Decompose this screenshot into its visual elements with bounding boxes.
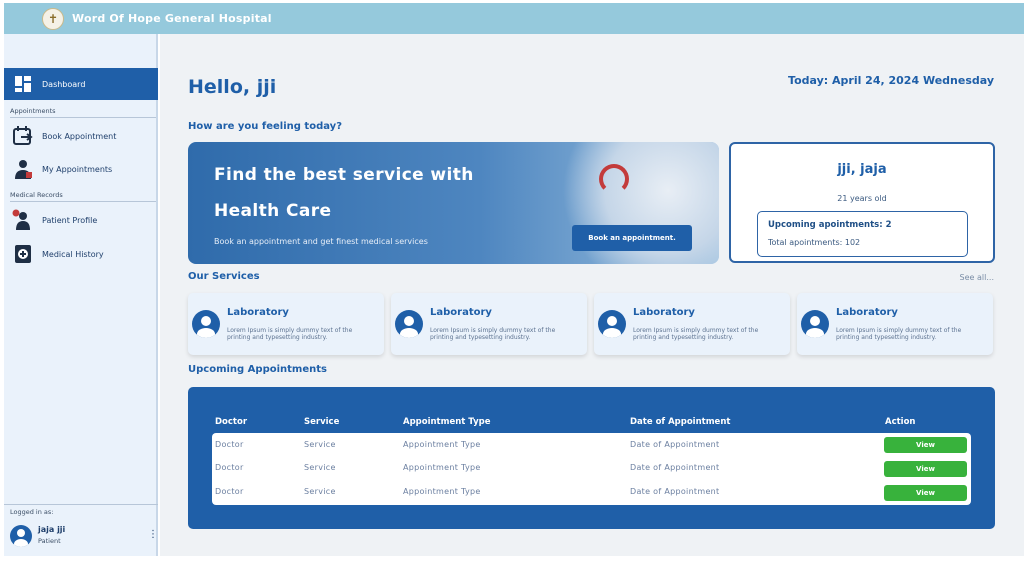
column-header: Doctor: [215, 417, 248, 427]
service-description: Lorem Ipsum is simply dummy text of the …: [633, 327, 759, 341]
service-title: Laboratory: [227, 307, 289, 318]
cell-date: Date of Appointment: [630, 463, 720, 472]
avatar: [10, 525, 32, 547]
section-appointments: Appointments: [10, 107, 156, 118]
service-description: Lorem Ipsum is simply dummy text of the …: [430, 327, 556, 341]
cell-type: Appointment Type: [403, 440, 481, 449]
service-title: Laboratory: [633, 307, 695, 318]
service-title: Laboratory: [430, 307, 492, 318]
today-date: Today: April 24, 2024 Wednesday: [788, 74, 994, 87]
main-content: Hello, jji Today: April 24, 2024 Wednesd…: [160, 34, 1024, 556]
promo-banner: Find the best service with Health Care B…: [188, 142, 719, 264]
user-role: Patient: [38, 537, 61, 545]
user-icon: [192, 310, 220, 338]
sidebar-item-book-appointment[interactable]: Book Appointment: [4, 120, 158, 152]
total-count: Total apointments: 102: [768, 238, 861, 247]
banner-subtitle: Book an appointment and get finest medic…: [214, 237, 428, 246]
table-body: Doctor Service Appointment Type Date of …: [212, 433, 971, 505]
service-card[interactable]: Laboratory Lorem Ipsum is simply dummy t…: [594, 293, 790, 355]
cell-type: Appointment Type: [403, 463, 481, 472]
profile-card: jji, jaja 21 years old Upcoming apointme…: [729, 142, 995, 263]
calendar-add-icon: [12, 125, 34, 147]
sidebar-item-label: My Appointments: [42, 164, 113, 174]
doctor-icon: [12, 158, 34, 180]
sidebar-item-my-appointments[interactable]: My Appointments: [4, 153, 158, 185]
see-all-link[interactable]: See all...: [960, 273, 994, 282]
greeting: Hello, jji: [188, 76, 277, 98]
medical-history-icon: [12, 243, 34, 265]
services-title: Our Services: [188, 271, 260, 282]
user-icon: [801, 310, 829, 338]
logged-in-label: Logged in as:: [10, 508, 54, 516]
service-card[interactable]: Laboratory Lorem Ipsum is simply dummy t…: [797, 293, 993, 355]
column-header: Service: [304, 417, 340, 427]
cell-service: Service: [304, 463, 336, 472]
cross-emblem-icon: ✝: [42, 8, 64, 30]
cell-service: Service: [304, 487, 336, 496]
sidebar-item-label: Book Appointment: [42, 131, 117, 141]
top-bar: ✝ Word Of Hope General Hospital: [4, 3, 1024, 34]
cell-date: Date of Appointment: [630, 440, 720, 449]
cell-doctor: Doctor: [215, 487, 244, 496]
service-title: Laboratory: [836, 307, 898, 318]
appointments-table: Doctor Service Appointment Type Date of …: [188, 387, 995, 529]
appointments-summary: Upcoming apointments: 2 Total apointment…: [757, 211, 968, 257]
stethoscope-icon: [599, 164, 629, 194]
cell-date: Date of Appointment: [630, 487, 720, 496]
user-icon: [395, 310, 423, 338]
more-options-icon[interactable]: ⋮: [148, 529, 158, 540]
cell-type: Appointment Type: [403, 487, 481, 496]
banner-headline-2: Health Care: [214, 201, 332, 221]
cell-doctor: Doctor: [215, 440, 244, 449]
cell-service: Service: [304, 440, 336, 449]
patient-age: 21 years old: [837, 194, 887, 203]
dashboard-icon: [12, 73, 34, 95]
view-button[interactable]: View: [884, 461, 967, 477]
sidebar-item-dashboard[interactable]: Dashboard: [4, 68, 158, 100]
upcoming-appointments-title: Upcoming Appointments: [188, 364, 327, 375]
sidebar-item-label: Patient Profile: [42, 215, 98, 225]
column-header: Appointment Type: [403, 417, 491, 427]
hospital-title: Word Of Hope General Hospital: [72, 12, 272, 25]
patient-profile-icon: [12, 209, 34, 231]
column-header: Action: [885, 417, 916, 427]
logged-in-panel: Logged in as: jaja jji Patient ⋮: [4, 504, 158, 547]
sidebar-item-patient-profile[interactable]: Patient Profile: [4, 204, 158, 236]
upcoming-count: Upcoming apointments: 2: [768, 220, 892, 230]
user-icon: [598, 310, 626, 338]
service-description: Lorem Ipsum is simply dummy text of the …: [836, 327, 962, 341]
section-medical-records: Medical Records: [10, 191, 156, 202]
view-button[interactable]: View: [884, 485, 967, 501]
service-card[interactable]: Laboratory Lorem Ipsum is simply dummy t…: [188, 293, 384, 355]
banner-headline-1: Find the best service with: [214, 165, 474, 185]
cell-doctor: Doctor: [215, 463, 244, 472]
service-card[interactable]: Laboratory Lorem Ipsum is simply dummy t…: [391, 293, 587, 355]
column-header: Date of Appointment: [630, 417, 731, 427]
sidebar-item-label: Medical History: [42, 249, 104, 259]
sidebar: Dashboard Appointments Book Appointment …: [4, 34, 158, 556]
service-description: Lorem Ipsum is simply dummy text of the …: [227, 327, 353, 341]
patient-name: jji, jaja: [837, 162, 887, 177]
sidebar-item-label: Dashboard: [42, 79, 86, 89]
feeling-prompt: How are you feeling today?: [188, 121, 342, 132]
book-appointment-button[interactable]: Book an appointment.: [572, 225, 692, 251]
sidebar-item-medical-history[interactable]: Medical History: [4, 238, 158, 270]
view-button[interactable]: View: [884, 437, 967, 453]
user-name: jaja jji: [38, 525, 66, 534]
